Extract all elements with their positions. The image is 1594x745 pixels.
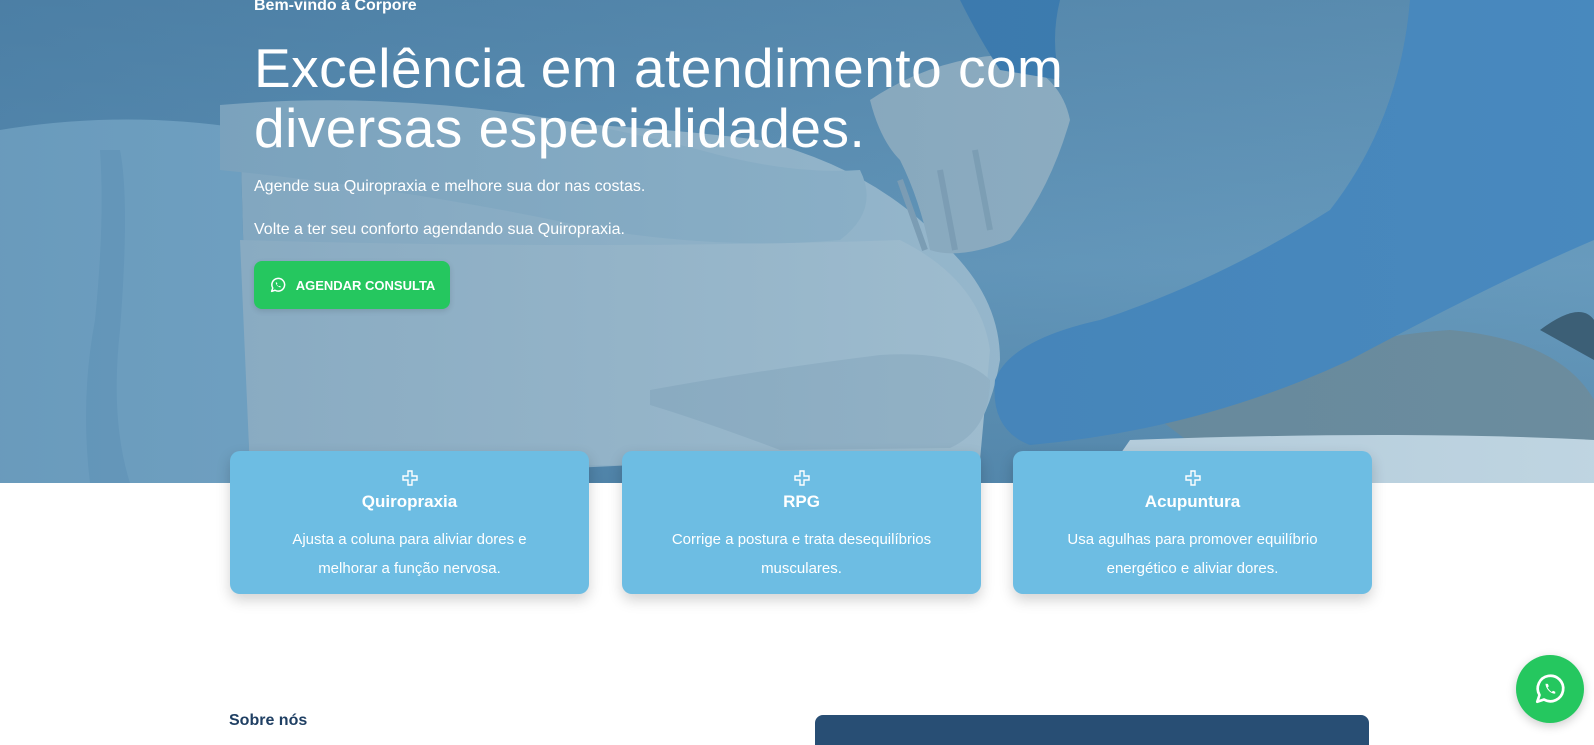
plus-icon: [401, 470, 418, 486]
service-description: Usa agulhas para promover equilíbrio ene…: [1067, 531, 1318, 577]
hero-eyebrow: Bem-vindo à Corpore: [254, 0, 417, 14]
schedule-appointment-button[interactable]: AGENDAR CONSULTA: [254, 261, 450, 309]
whatsapp-icon: [270, 277, 285, 293]
whatsapp-float-button[interactable]: [1516, 655, 1584, 723]
hero-subtitle-2: Volte a ter seu conforto agendando sua Q…: [254, 221, 625, 238]
service-card-acupuntura[interactable]: Acupuntura Usa agulhas para promover equ…: [1013, 451, 1372, 594]
service-title: Quiropraxia: [361, 492, 458, 511]
plus-icon: [1184, 470, 1201, 486]
service-description: Ajusta a coluna para aliviar dores e mel…: [292, 531, 527, 577]
service-title: RPG: [783, 492, 820, 511]
hero-section: Bem-vindo à Corpore Excelência em atendi…: [0, 0, 1594, 483]
hero-subtitle-1: Agende sua Quiropraxia e melhore sua dor…: [254, 178, 646, 195]
about-panel: [815, 715, 1369, 745]
service-card-quiropraxia[interactable]: Quiropraxia Ajusta a coluna para aliviar…: [230, 451, 589, 594]
service-description: Corrige a postura e trata desequilíbrios…: [671, 531, 932, 577]
about-section-label: Sobre nós: [229, 712, 308, 729]
schedule-appointment-label: AGENDAR CONSULTA: [295, 277, 436, 293]
hero-headline: Excelência em atendimento com diversas e…: [254, 37, 1064, 159]
service-title: Acupuntura: [1144, 492, 1241, 511]
service-card-rpg[interactable]: RPG Corrige a postura e trata desequilíb…: [622, 451, 981, 594]
plus-icon: [793, 470, 810, 486]
whatsapp-icon: [1535, 674, 1565, 704]
